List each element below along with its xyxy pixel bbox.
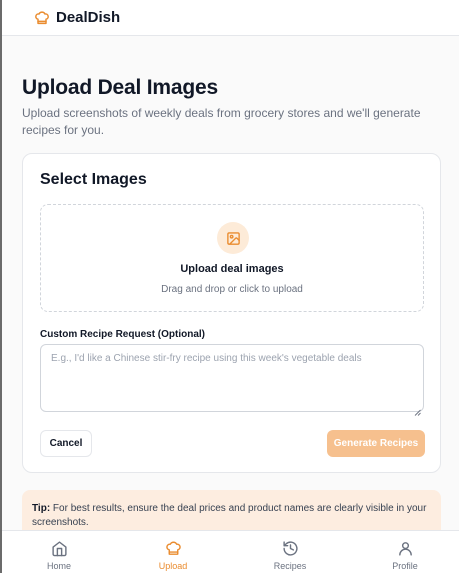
recipe-request-label: Custom Recipe Request (Optional)	[40, 329, 206, 340]
nav-label-recipes: Recipes	[273, 561, 307, 571]
user-icon	[396, 539, 414, 557]
resize-handle-icon[interactable]	[414, 403, 421, 416]
tip-label: Tip:	[32, 503, 51, 514]
page-title: Upload Deal Images	[22, 76, 218, 99]
generate-recipes-button[interactable]: Generate Recipes	[327, 430, 425, 457]
app-header: DealDish	[2, 0, 459, 36]
dropzone-title: Upload deal images	[180, 263, 284, 275]
tip-text: For best results, ensure the deal prices…	[32, 503, 427, 528]
cancel-button[interactable]: Cancel	[40, 430, 92, 457]
image-icon	[217, 222, 249, 254]
nav-item-home[interactable]: Home	[29, 531, 89, 573]
recipe-request-input[interactable]	[40, 344, 424, 412]
page-subtitle: Upload screenshots of weekly deals from …	[22, 106, 421, 137]
image-dropzone[interactable]: Upload deal images Drag and drop or clic…	[40, 204, 424, 312]
card-title: Select Images	[40, 171, 147, 188]
nav-label-upload: Upload	[158, 561, 188, 571]
chef-hat-icon	[34, 10, 50, 26]
history-icon	[281, 539, 299, 557]
chef-hat-icon	[164, 539, 182, 557]
nav-label-home: Home	[46, 561, 71, 571]
app-logo-text[interactable]: DealDish	[56, 9, 120, 26]
window-edge	[0, 0, 2, 573]
dropzone-subtitle: Drag and drop or click to upload	[161, 284, 303, 295]
nav-item-profile[interactable]: Profile	[375, 531, 435, 573]
bottom-nav: Home Upload Recipes Profile	[2, 530, 459, 573]
nav-label-profile: Profile	[392, 561, 418, 571]
home-icon	[50, 539, 68, 557]
upload-card: Select Images Upload deal images Drag an…	[22, 153, 441, 473]
nav-item-upload[interactable]: Upload	[143, 531, 203, 573]
nav-item-recipes[interactable]: Recipes	[260, 531, 320, 573]
